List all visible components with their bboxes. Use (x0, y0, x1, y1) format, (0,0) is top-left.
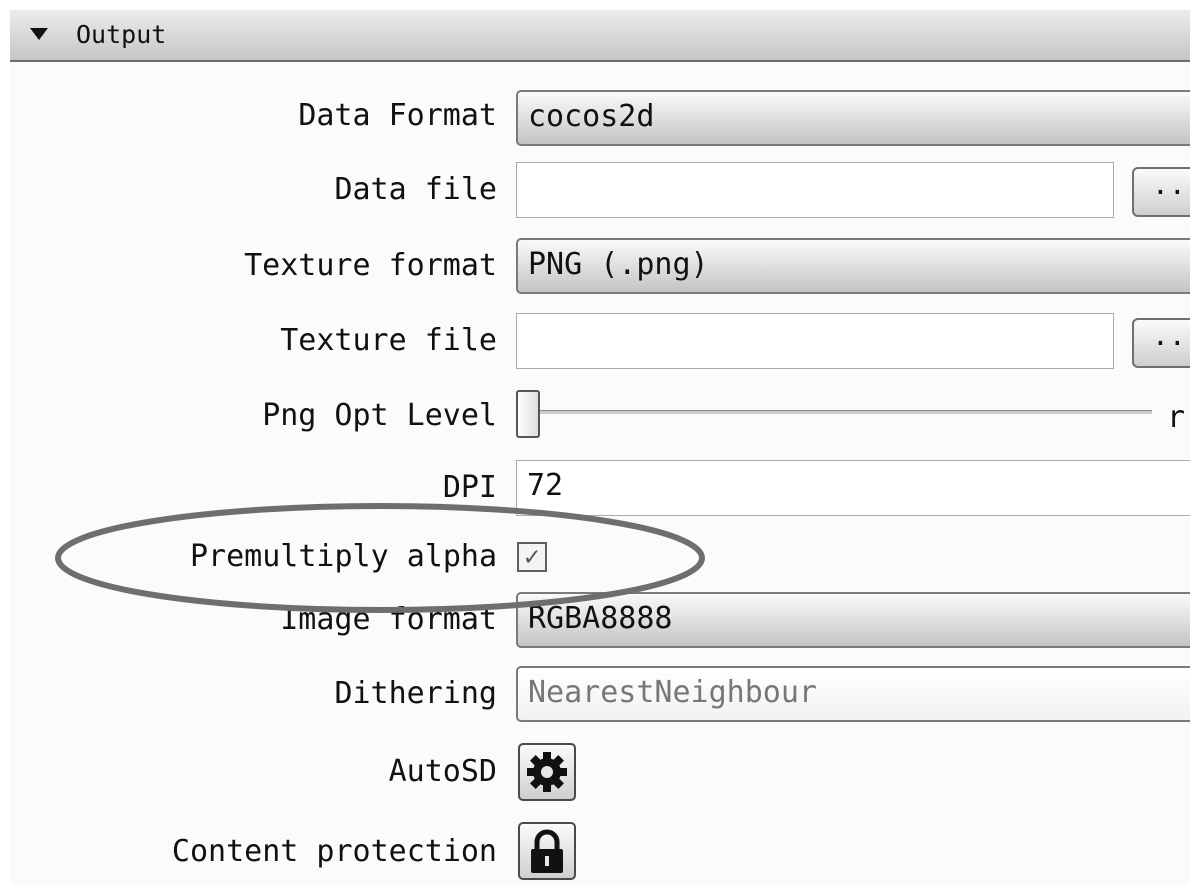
output-section-header[interactable]: Output (10, 10, 1190, 62)
output-panel: Output Data Format cocos2d Data file ...… (10, 10, 1190, 886)
highlight-ellipse-annotation (55, 503, 705, 613)
dithering-combo[interactable]: NearestNeighbour (516, 666, 1190, 722)
dithering-label: Dithering (334, 676, 497, 711)
content-protection-label: Content protection (171, 834, 497, 869)
texture-format-label: Texture format (244, 248, 497, 283)
texture-file-label: Texture file (280, 323, 497, 358)
png-opt-level-value: r (1167, 400, 1186, 435)
data-file-browse-button[interactable]: ... (1132, 167, 1190, 217)
png-opt-level-label: Png Opt Level (262, 398, 497, 433)
data-file-input[interactable] (516, 162, 1114, 218)
data-format-combo[interactable]: cocos2d (516, 90, 1190, 146)
data-format-label: Data Format (298, 98, 497, 133)
content-protection-button[interactable] (518, 822, 576, 880)
png-opt-level-slider-handle[interactable] (516, 390, 540, 438)
texture-file-browse-button[interactable]: ... (1132, 318, 1190, 368)
section-title: Output (76, 20, 167, 49)
collapse-triangle-icon[interactable] (30, 28, 48, 40)
texture-file-input[interactable] (516, 313, 1114, 369)
data-file-label: Data file (334, 172, 497, 207)
texture-format-combo[interactable]: PNG (.png) (516, 238, 1190, 294)
gear-icon (527, 752, 567, 792)
autosd-button[interactable] (518, 743, 576, 801)
autosd-label: AutoSD (388, 754, 497, 789)
png-opt-level-slider-track[interactable] (540, 410, 1152, 414)
lock-icon (531, 829, 563, 873)
